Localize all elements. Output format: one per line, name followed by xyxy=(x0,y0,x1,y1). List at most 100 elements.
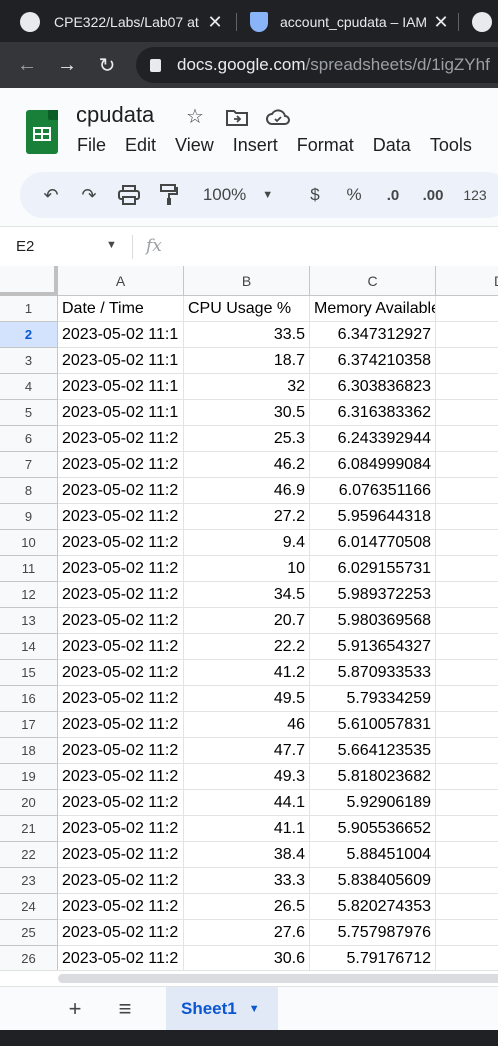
cell-d[interactable] xyxy=(436,920,498,946)
cell-c[interactable]: 6.374210358 xyxy=(310,348,436,374)
cell-a[interactable]: 2023-05-02 11:2 xyxy=(58,634,184,660)
cell-a[interactable]: 2023-05-02 11:2 xyxy=(58,764,184,790)
cell-d[interactable] xyxy=(436,296,498,322)
row-header[interactable]: 15 xyxy=(0,660,58,686)
menu-file[interactable]: File xyxy=(77,135,106,156)
cell-b[interactable]: 41.2 xyxy=(184,660,310,686)
row-header[interactable]: 8 xyxy=(0,478,58,504)
row-header[interactable]: 7 xyxy=(0,452,58,478)
cell-d[interactable] xyxy=(436,634,498,660)
cell-c[interactable]: 5.820274353 xyxy=(310,894,436,920)
cell-c[interactable]: 6.076351166 xyxy=(310,478,436,504)
cell-a[interactable]: 2023-05-02 11:2 xyxy=(58,452,184,478)
row-header[interactable]: 19 xyxy=(0,764,58,790)
column-header-c[interactable]: C xyxy=(310,266,436,296)
forward-arrow-icon[interactable]: → xyxy=(54,52,80,78)
cell-c[interactable]: 6.316383362 xyxy=(310,400,436,426)
row-header[interactable]: 14 xyxy=(0,634,58,660)
cell-d[interactable] xyxy=(436,790,498,816)
percent-format-button[interactable]: % xyxy=(342,182,366,208)
cell-b[interactable]: 30.5 xyxy=(184,400,310,426)
cell-d[interactable] xyxy=(436,842,498,868)
cell-d[interactable] xyxy=(436,686,498,712)
cell-c[interactable]: Memory Available GB xyxy=(310,296,436,322)
cell-d[interactable] xyxy=(436,582,498,608)
row-header[interactable]: 11 xyxy=(0,556,58,582)
cell-b[interactable]: 22.2 xyxy=(184,634,310,660)
sheet-tab-sheet1[interactable]: Sheet1 ▼ xyxy=(166,987,278,1031)
cell-c[interactable]: 5.989372253 xyxy=(310,582,436,608)
cell-a[interactable]: 2023-05-02 11:2 xyxy=(58,946,184,970)
cell-b[interactable]: 30.6 xyxy=(184,946,310,970)
cell-b[interactable]: 49.5 xyxy=(184,686,310,712)
paint-format-icon[interactable] xyxy=(156,182,182,208)
row-header[interactable]: 25 xyxy=(0,920,58,946)
address-bar[interactable]: docs.google.com/spreadsheets/d/1igZYhf xyxy=(136,47,498,83)
cell-a[interactable]: 2023-05-02 11:1 xyxy=(58,322,184,348)
cell-a[interactable]: 2023-05-02 11:2 xyxy=(58,816,184,842)
menu-edit[interactable]: Edit xyxy=(125,135,156,156)
cell-b[interactable]: 27.6 xyxy=(184,920,310,946)
close-tab-icon[interactable]: ✕ xyxy=(432,12,450,33)
cell-d[interactable] xyxy=(436,556,498,582)
select-all-corner[interactable] xyxy=(0,266,58,296)
cell-a[interactable]: 2023-05-02 11:2 xyxy=(58,686,184,712)
column-header-d[interactable]: D xyxy=(436,266,498,296)
row-header[interactable]: 12 xyxy=(0,582,58,608)
row-header[interactable]: 24 xyxy=(0,894,58,920)
cell-d[interactable] xyxy=(436,660,498,686)
horizontal-scrollbar[interactable] xyxy=(0,970,498,986)
cell-a[interactable]: 2023-05-02 11:2 xyxy=(58,582,184,608)
cell-d[interactable] xyxy=(436,894,498,920)
cell-c[interactable]: 6.084999084 xyxy=(310,452,436,478)
cell-c[interactable]: 6.029155731 xyxy=(310,556,436,582)
menu-tools[interactable]: Tools xyxy=(430,135,472,156)
cell-a[interactable]: 2023-05-02 11:2 xyxy=(58,556,184,582)
chevron-down-icon[interactable]: ▼ xyxy=(249,1003,260,1015)
chevron-down-icon[interactable]: ▼ xyxy=(106,239,117,251)
row-header[interactable]: 6 xyxy=(0,426,58,452)
cell-b[interactable]: 27.2 xyxy=(184,504,310,530)
print-icon[interactable] xyxy=(116,182,142,208)
cell-d[interactable] xyxy=(436,348,498,374)
cell-d[interactable] xyxy=(436,530,498,556)
row-header[interactable]: 9 xyxy=(0,504,58,530)
menu-view[interactable]: View xyxy=(175,135,214,156)
cell-c[interactable]: 5.79176712 xyxy=(310,946,436,970)
increase-decimal-button[interactable]: .00 xyxy=(418,182,448,208)
zoom-select[interactable]: 100% ▼ xyxy=(198,182,278,208)
cell-c[interactable]: 5.92906189 xyxy=(310,790,436,816)
add-sheet-icon[interactable]: + xyxy=(60,995,90,1023)
cell-d[interactable] xyxy=(436,764,498,790)
cell-a[interactable]: 2023-05-02 11:2 xyxy=(58,842,184,868)
cell-b[interactable]: 9.4 xyxy=(184,530,310,556)
column-header-a[interactable]: A xyxy=(58,266,184,296)
row-header[interactable]: 22 xyxy=(0,842,58,868)
row-header[interactable]: 4 xyxy=(0,374,58,400)
cell-d[interactable] xyxy=(436,504,498,530)
row-header[interactable]: 26 xyxy=(0,946,58,970)
cell-a[interactable]: 2023-05-02 11:2 xyxy=(58,530,184,556)
star-icon[interactable]: ☆ xyxy=(186,104,204,129)
cell-c[interactable]: 6.243392944 xyxy=(310,426,436,452)
spreadsheet-grid[interactable]: A B C D 1Date / TimeCPU Usage %Memory Av… xyxy=(0,266,498,970)
all-sheets-menu-icon[interactable]: ≡ xyxy=(110,995,140,1023)
row-header[interactable]: 16 xyxy=(0,686,58,712)
cell-a[interactable]: 2023-05-02 11:1 xyxy=(58,348,184,374)
cell-b[interactable]: 49.3 xyxy=(184,764,310,790)
cell-a[interactable]: 2023-05-02 11:2 xyxy=(58,738,184,764)
row-header[interactable]: 18 xyxy=(0,738,58,764)
row-header[interactable]: 1 xyxy=(0,296,58,322)
cell-b[interactable]: 38.4 xyxy=(184,842,310,868)
cloud-status-icon[interactable] xyxy=(266,108,290,132)
cell-b[interactable]: 18.7 xyxy=(184,348,310,374)
currency-format-button[interactable]: $ xyxy=(304,182,326,208)
cell-a[interactable]: 2023-05-02 11:2 xyxy=(58,790,184,816)
cell-b[interactable]: 32 xyxy=(184,374,310,400)
cell-a[interactable]: 2023-05-02 11:2 xyxy=(58,478,184,504)
cell-b[interactable]: 41.1 xyxy=(184,816,310,842)
cell-b[interactable]: 34.5 xyxy=(184,582,310,608)
cell-a[interactable]: 2023-05-02 11:2 xyxy=(58,920,184,946)
row-header[interactable]: 3 xyxy=(0,348,58,374)
row-header[interactable]: 21 xyxy=(0,816,58,842)
